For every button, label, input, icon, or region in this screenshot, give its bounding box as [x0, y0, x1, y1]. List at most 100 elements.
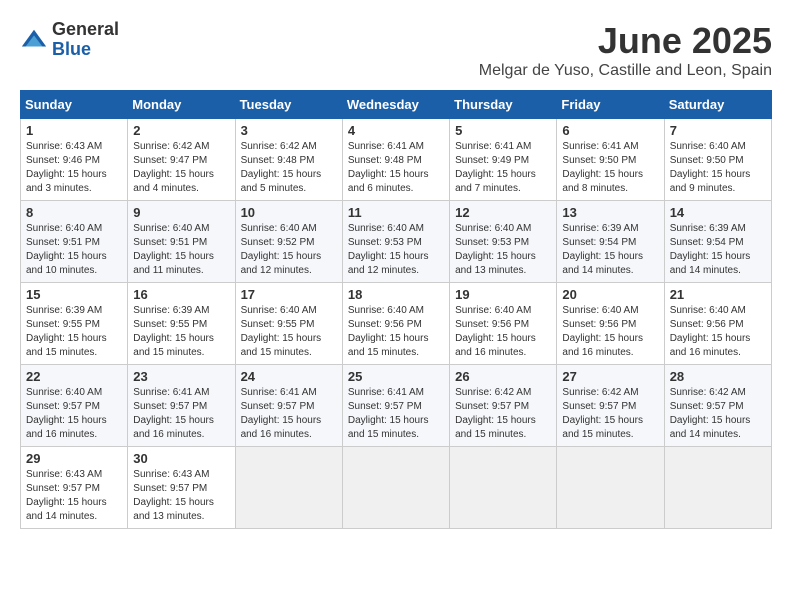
day-info: Sunrise: 6:39 AMSunset: 9:55 PMDaylight:…	[26, 304, 122, 360]
day-number: 8	[26, 205, 122, 220]
day-number: 16	[133, 287, 229, 302]
calendar-week-row: 8 Sunrise: 6:40 AMSunset: 9:51 PMDaylight…	[21, 201, 772, 283]
day-number: 28	[670, 369, 766, 384]
calendar-cell: 6 Sunrise: 6:41 AMSunset: 9:50 PMDaylight…	[557, 119, 664, 201]
day-info: Sunrise: 6:40 AMSunset: 9:52 PMDaylight:…	[241, 222, 337, 278]
calendar-header-row: SundayMondayTuesdayWednesdayThursdayFrid…	[21, 91, 772, 119]
day-number: 1	[26, 123, 122, 138]
day-info: Sunrise: 6:40 AMSunset: 9:56 PMDaylight:…	[348, 304, 444, 360]
day-info: Sunrise: 6:40 AMSunset: 9:51 PMDaylight:…	[26, 222, 122, 278]
day-number: 3	[241, 123, 337, 138]
calendar-cell: 22Sunrise: 6:40 AMSunset: 9:57 PMDayligh…	[21, 365, 128, 447]
day-number: 7	[670, 123, 766, 138]
calendar-header-monday: Monday	[128, 91, 235, 119]
day-number: 19	[455, 287, 551, 302]
calendar-header-wednesday: Wednesday	[342, 91, 449, 119]
calendar-week-row: 22Sunrise: 6:40 AMSunset: 9:57 PMDayligh…	[21, 365, 772, 447]
calendar-cell: 12 Sunrise: 6:40 AMSunset: 9:53 PMDayligh…	[450, 201, 557, 283]
day-number: 17	[241, 287, 337, 302]
calendar-cell: 7 Sunrise: 6:40 AMSunset: 9:50 PMDaylight…	[664, 119, 771, 201]
calendar-cell	[450, 447, 557, 529]
calendar-week-row: 29 Sunrise: 6:43 AMSunset: 9:57 PMDayligh…	[21, 447, 772, 529]
title-section: June 2025 Melgar de Yuso, Castille and L…	[479, 20, 772, 80]
calendar-cell	[235, 447, 342, 529]
calendar-header-saturday: Saturday	[664, 91, 771, 119]
day-info: Sunrise: 6:43 AMSunset: 9:46 PMDaylight:…	[26, 140, 122, 196]
day-number: 6	[562, 123, 658, 138]
day-info: Sunrise: 6:40 AMSunset: 9:53 PMDaylight:…	[455, 222, 551, 278]
calendar-cell	[664, 447, 771, 529]
calendar-cell: 18 Sunrise: 6:40 AMSunset: 9:56 PMDayligh…	[342, 283, 449, 365]
day-number: 2	[133, 123, 229, 138]
calendar-cell: 28 Sunrise: 6:42 AMSunset: 9:57 PMDayligh…	[664, 365, 771, 447]
calendar-cell: 19 Sunrise: 6:40 AMSunset: 9:56 PMDayligh…	[450, 283, 557, 365]
day-info: Sunrise: 6:41 AMSunset: 9:57 PMDaylight:…	[241, 386, 337, 442]
day-info: Sunrise: 6:43 AMSunset: 9:57 PMDaylight:…	[26, 468, 122, 524]
day-info: Sunrise: 6:40 AMSunset: 9:56 PMDaylight:…	[455, 304, 551, 360]
calendar-cell	[557, 447, 664, 529]
day-number: 27	[562, 369, 658, 384]
calendar-cell: 20Sunrise: 6:40 AMSunset: 9:56 PMDayligh…	[557, 283, 664, 365]
day-info: Sunrise: 6:42 AMSunset: 9:47 PMDaylight:…	[133, 140, 229, 196]
day-info: Sunrise: 6:39 AMSunset: 9:54 PMDaylight:…	[562, 222, 658, 278]
calendar-cell: 5Sunrise: 6:41 AMSunset: 9:49 PMDaylight…	[450, 119, 557, 201]
calendar-cell: 21Sunrise: 6:40 AMSunset: 9:56 PMDayligh…	[664, 283, 771, 365]
day-number: 5	[455, 123, 551, 138]
calendar-cell: 9Sunrise: 6:40 AMSunset: 9:51 PMDaylight…	[128, 201, 235, 283]
calendar-cell	[342, 447, 449, 529]
day-info: Sunrise: 6:41 AMSunset: 9:50 PMDaylight:…	[562, 140, 658, 196]
logo-icon	[20, 26, 48, 54]
calendar-cell: 27 Sunrise: 6:42 AMSunset: 9:57 PMDayligh…	[557, 365, 664, 447]
calendar-cell: 8 Sunrise: 6:40 AMSunset: 9:51 PMDaylight…	[21, 201, 128, 283]
day-info: Sunrise: 6:42 AMSunset: 9:57 PMDaylight:…	[455, 386, 551, 442]
day-info: Sunrise: 6:40 AMSunset: 9:56 PMDaylight:…	[670, 304, 766, 360]
location-title: Melgar de Yuso, Castille and Leon, Spain	[479, 62, 772, 80]
calendar-body: 1 Sunrise: 6:43 AMSunset: 9:46 PMDaylight…	[21, 119, 772, 529]
day-info: Sunrise: 6:39 AMSunset: 9:54 PMDaylight:…	[670, 222, 766, 278]
day-info: Sunrise: 6:42 AMSunset: 9:57 PMDaylight:…	[670, 386, 766, 442]
calendar-cell: 3 Sunrise: 6:42 AMSunset: 9:48 PMDaylight…	[235, 119, 342, 201]
calendar-cell: 4Sunrise: 6:41 AMSunset: 9:48 PMDaylight…	[342, 119, 449, 201]
calendar-cell: 16Sunrise: 6:39 AMSunset: 9:55 PMDayligh…	[128, 283, 235, 365]
page-header: General Blue June 2025 Melgar de Yuso, C…	[20, 20, 772, 80]
day-number: 20	[562, 287, 658, 302]
calendar-header-sunday: Sunday	[21, 91, 128, 119]
calendar-cell: 14Sunrise: 6:39 AMSunset: 9:54 PMDayligh…	[664, 201, 771, 283]
calendar-cell: 30 Sunrise: 6:43 AMSunset: 9:57 PMDayligh…	[128, 447, 235, 529]
day-number: 11	[348, 205, 444, 220]
calendar-cell: 2 Sunrise: 6:42 AMSunset: 9:47 PMDaylight…	[128, 119, 235, 201]
day-number: 26	[455, 369, 551, 384]
day-info: Sunrise: 6:42 AMSunset: 9:48 PMDaylight:…	[241, 140, 337, 196]
calendar-cell: 17 Sunrise: 6:40 AMSunset: 9:55 PMDayligh…	[235, 283, 342, 365]
calendar-week-row: 1 Sunrise: 6:43 AMSunset: 9:46 PMDaylight…	[21, 119, 772, 201]
day-number: 18	[348, 287, 444, 302]
logo-blue: Blue	[52, 40, 119, 60]
day-number: 15	[26, 287, 122, 302]
calendar-table: SundayMondayTuesdayWednesdayThursdayFrid…	[20, 90, 772, 529]
calendar-cell: 29 Sunrise: 6:43 AMSunset: 9:57 PMDayligh…	[21, 447, 128, 529]
calendar-cell: 1 Sunrise: 6:43 AMSunset: 9:46 PMDaylight…	[21, 119, 128, 201]
logo-general: General	[52, 20, 119, 40]
day-info: Sunrise: 6:40 AMSunset: 9:53 PMDaylight:…	[348, 222, 444, 278]
day-info: Sunrise: 6:41 AMSunset: 9:57 PMDaylight:…	[133, 386, 229, 442]
day-number: 12	[455, 205, 551, 220]
day-number: 30	[133, 451, 229, 466]
calendar-header-friday: Friday	[557, 91, 664, 119]
day-info: Sunrise: 6:41 AMSunset: 9:57 PMDaylight:…	[348, 386, 444, 442]
day-info: Sunrise: 6:41 AMSunset: 9:48 PMDaylight:…	[348, 140, 444, 196]
calendar-cell: 13 Sunrise: 6:39 AMSunset: 9:54 PMDayligh…	[557, 201, 664, 283]
day-number: 29	[26, 451, 122, 466]
day-number: 13	[562, 205, 658, 220]
logo: General Blue	[20, 20, 119, 60]
calendar-header-thursday: Thursday	[450, 91, 557, 119]
day-info: Sunrise: 6:42 AMSunset: 9:57 PMDaylight:…	[562, 386, 658, 442]
day-info: Sunrise: 6:43 AMSunset: 9:57 PMDaylight:…	[133, 468, 229, 524]
day-number: 10	[241, 205, 337, 220]
calendar-cell: 23Sunrise: 6:41 AMSunset: 9:57 PMDayligh…	[128, 365, 235, 447]
calendar-cell: 10 Sunrise: 6:40 AMSunset: 9:52 PMDayligh…	[235, 201, 342, 283]
day-info: Sunrise: 6:40 AMSunset: 9:55 PMDaylight:…	[241, 304, 337, 360]
day-info: Sunrise: 6:40 AMSunset: 9:50 PMDaylight:…	[670, 140, 766, 196]
calendar-header-tuesday: Tuesday	[235, 91, 342, 119]
calendar-cell: 26 Sunrise: 6:42 AMSunset: 9:57 PMDayligh…	[450, 365, 557, 447]
calendar-cell: 15 Sunrise: 6:39 AMSunset: 9:55 PMDayligh…	[21, 283, 128, 365]
